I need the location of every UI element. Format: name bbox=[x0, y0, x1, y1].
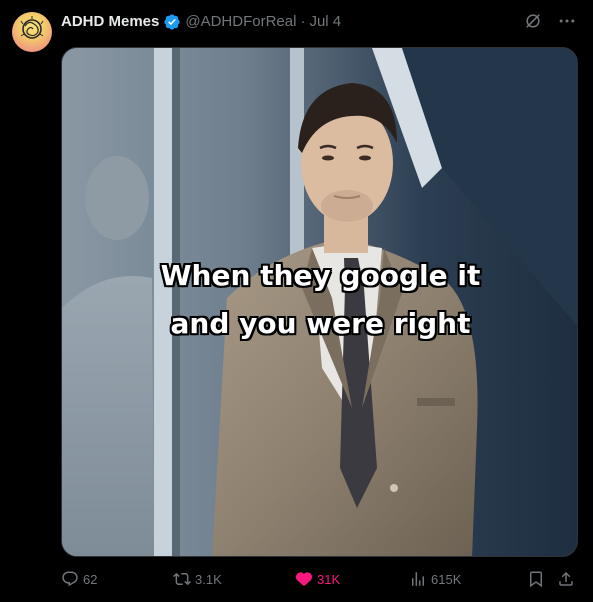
repost-button[interactable]: 3.1K bbox=[173, 567, 222, 591]
share-button[interactable] bbox=[557, 567, 575, 591]
more-icon[interactable] bbox=[557, 11, 577, 31]
tweet-date[interactable]: Jul 4 bbox=[309, 12, 341, 32]
reply-icon bbox=[62, 571, 78, 587]
heart-icon bbox=[295, 572, 313, 587]
meme-caption-line-2: and you were right bbox=[170, 307, 471, 340]
meme-caption-line-1: When they google it bbox=[160, 259, 481, 292]
views-icon bbox=[412, 572, 424, 586]
view-count: 615K bbox=[431, 571, 462, 587]
avatar-image bbox=[20, 16, 44, 39]
separator: · bbox=[300, 13, 306, 30]
tweet-action-bar: 62 3.1K 31K 615K bbox=[61, 567, 578, 591]
reply-button[interactable]: 62 bbox=[61, 567, 97, 591]
like-button[interactable]: 31K bbox=[295, 567, 340, 591]
verified-badge-icon[interactable] bbox=[163, 13, 181, 31]
tweet-header: ADHD Memes @ADHDForReal · Jul 4 bbox=[61, 12, 341, 32]
meme-photo bbox=[62, 48, 577, 556]
tweet-top-actions bbox=[523, 11, 577, 31]
like-count: 31K bbox=[317, 571, 341, 587]
bookmark-icon bbox=[530, 571, 542, 588]
bookmark-button[interactable] bbox=[527, 567, 545, 591]
share-icon bbox=[559, 571, 573, 586]
reply-count: 62 bbox=[83, 571, 98, 587]
grok-icon[interactable] bbox=[523, 11, 543, 31]
author-name[interactable]: ADHD Memes bbox=[61, 12, 159, 32]
repost-count: 3.1K bbox=[195, 571, 222, 587]
tweet-media-image[interactable]: When they google it and you were right bbox=[61, 47, 578, 557]
author-handle[interactable]: @ADHDForReal bbox=[185, 12, 296, 32]
views-button[interactable]: 615K bbox=[409, 567, 461, 591]
avatar[interactable] bbox=[12, 12, 52, 52]
repost-icon bbox=[173, 572, 191, 586]
